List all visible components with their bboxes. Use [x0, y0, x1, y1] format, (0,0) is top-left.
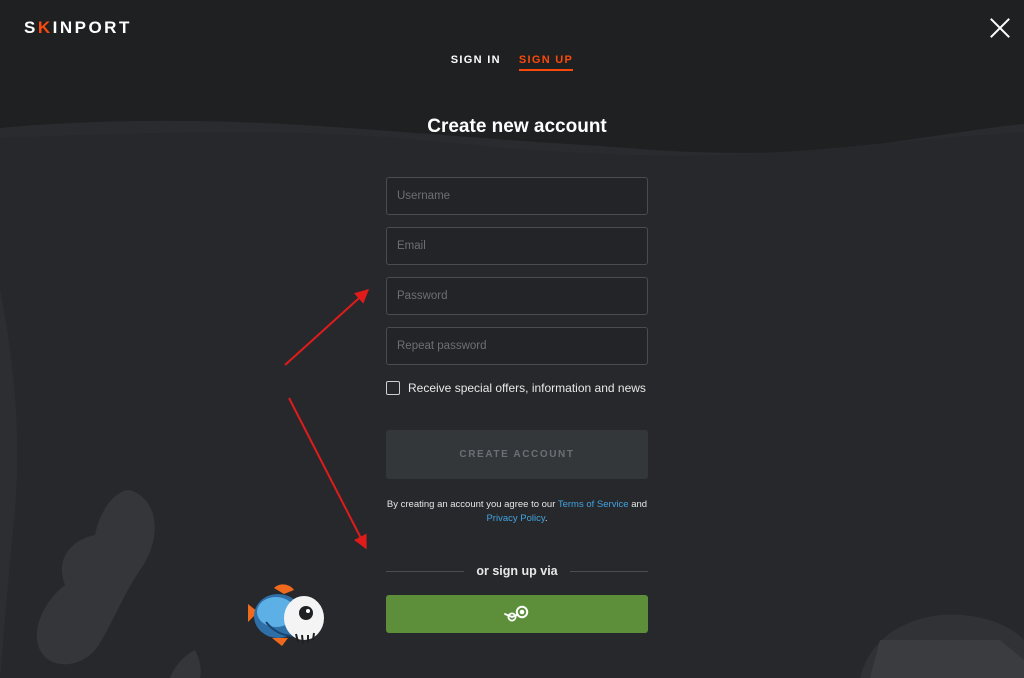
logo-text-end: INPORT: [52, 18, 132, 37]
terms-prefix: By creating an account you agree to our: [386, 499, 558, 510]
password-input[interactable]: [386, 277, 648, 315]
terms-of-service-link[interactable]: Terms of Service: [558, 499, 629, 510]
terms-and: and: [628, 499, 648, 510]
privacy-policy-link[interactable]: Privacy Policy: [486, 513, 544, 524]
tab-sign-in[interactable]: SIGN IN: [451, 54, 501, 71]
page-title: Create new account: [427, 116, 607, 137]
skinport-logo[interactable]: SKINPORT: [24, 18, 132, 38]
repeat-password-input[interactable]: [386, 327, 648, 365]
newsletter-label[interactable]: Receive special offers, information and …: [408, 381, 646, 395]
steam-icon: [504, 605, 529, 622]
signup-page: SKINPORT SIGN IN SIGN UP Create new acco…: [0, 0, 1024, 678]
divider-line-left: [386, 570, 465, 572]
auth-tabs: SIGN IN SIGN UP: [0, 54, 1024, 71]
divider-line-right: [569, 570, 649, 572]
logo-text-start: S: [24, 18, 38, 37]
email-input[interactable]: [386, 227, 648, 265]
newsletter-row: Receive special offers, information and …: [386, 381, 646, 395]
divider-text: or sign up via: [476, 564, 558, 578]
newsletter-checkbox[interactable]: [386, 381, 400, 395]
steam-signup-button[interactable]: [386, 595, 648, 633]
alt-signup-divider: or sign up via: [386, 563, 649, 579]
create-account-button[interactable]: CREATE ACCOUNT: [386, 430, 648, 479]
terms-notice: By creating an account you agree to our …: [386, 498, 648, 526]
logo-accent-letter: K: [37, 18, 53, 37]
fish-skull-mascot-icon: [248, 584, 324, 646]
username-input[interactable]: [386, 177, 648, 215]
close-icon[interactable]: [990, 18, 1010, 38]
tab-sign-up[interactable]: SIGN UP: [518, 54, 574, 71]
terms-suffix: .: [544, 513, 548, 524]
